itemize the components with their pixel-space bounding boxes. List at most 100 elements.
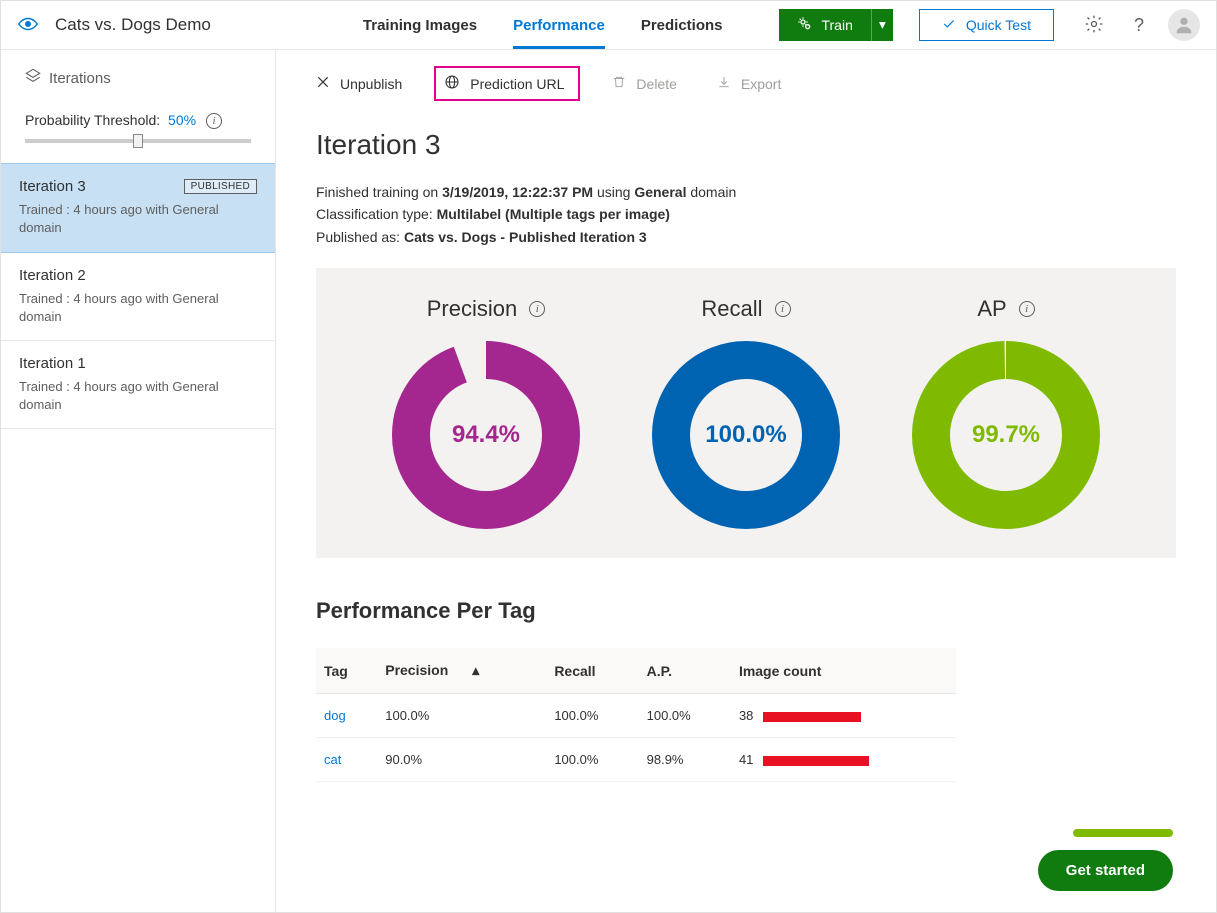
- meta-text: domain: [686, 184, 736, 200]
- count-value: 41: [739, 752, 753, 767]
- iteration-title: Iteration 1: [19, 355, 86, 372]
- sidebar-item-iteration-2[interactable]: Iteration 2 Trained : 4 hours ago with G…: [1, 253, 275, 341]
- train-button[interactable]: Train: [779, 9, 870, 41]
- tab-training-images[interactable]: Training Images: [363, 1, 477, 49]
- prediction-url-button[interactable]: Prediction URL: [434, 66, 580, 101]
- project-title: Cats vs. Dogs Demo: [55, 15, 211, 35]
- metric-label: AP: [977, 296, 1006, 322]
- close-icon: [316, 75, 330, 92]
- check-icon: [942, 17, 956, 34]
- threshold-label: Probability Threshold:: [25, 112, 160, 128]
- donut-recall: 100.0%: [651, 340, 841, 530]
- export-label: Export: [741, 76, 781, 92]
- tab-performance[interactable]: Performance: [513, 1, 605, 49]
- logo-eye-icon: [17, 13, 39, 38]
- settings-gear-icon[interactable]: [1084, 14, 1104, 37]
- sidebar-header: Iterations: [1, 50, 275, 106]
- threshold-slider[interactable]: [25, 139, 251, 143]
- performance-table: Tag Precision ▴ Recall A.P. Image count d…: [316, 648, 956, 782]
- th-recall[interactable]: Recall: [546, 648, 638, 694]
- threshold-value: 50%: [168, 112, 196, 128]
- metric-label: Recall: [701, 296, 762, 322]
- donut-precision: 94.4%: [391, 340, 581, 530]
- th-tag[interactable]: Tag: [316, 648, 377, 694]
- caret-down-icon: ▾: [879, 17, 886, 33]
- export-button: Export: [709, 66, 789, 101]
- sidebar: Iterations Probability Threshold: 50% i …: [1, 50, 276, 912]
- count-bar: [763, 712, 861, 722]
- meta-text: Finished training on: [316, 184, 442, 200]
- metrics-panel: Precisioni 94.4% Recalli 100.0% APi 99.7…: [316, 268, 1176, 558]
- iteration-title: Iteration 3: [19, 178, 86, 195]
- iteration-subtitle: Trained : 4 hours ago with General domai…: [19, 378, 257, 414]
- unpublish-label: Unpublish: [340, 76, 402, 92]
- performance-per-tag-heading: Performance Per Tag: [316, 598, 1216, 624]
- table-row: dog 100.0% 100.0% 100.0% 38: [316, 694, 956, 738]
- meta-published-name: Cats vs. Dogs - Published Iteration 3: [404, 229, 647, 245]
- donut-value: 100.0%: [651, 340, 841, 530]
- cell-precision: 100.0%: [377, 694, 546, 738]
- info-icon[interactable]: i: [206, 113, 222, 129]
- count-value: 38: [739, 708, 753, 723]
- quick-test-label: Quick Test: [966, 17, 1031, 33]
- metric-recall: Recalli 100.0%: [651, 296, 841, 530]
- get-started-button[interactable]: Get started: [1038, 850, 1173, 891]
- meta-text: Published as:: [316, 229, 404, 245]
- gear-wheels-icon: [797, 16, 813, 35]
- donut-ap: 99.7%: [911, 340, 1101, 530]
- tag-link[interactable]: dog: [316, 694, 377, 738]
- th-precision-label: Precision: [385, 662, 448, 678]
- prediction-url-label: Prediction URL: [470, 76, 564, 92]
- trash-icon: [612, 75, 626, 92]
- user-avatar[interactable]: [1168, 9, 1200, 41]
- sidebar-item-iteration-1[interactable]: Iteration 1 Trained : 4 hours ago with G…: [1, 341, 275, 429]
- tag-link[interactable]: cat: [316, 738, 377, 782]
- cell-count: 38: [731, 694, 956, 738]
- iteration-subtitle: Trained : 4 hours ago with General domai…: [19, 201, 257, 237]
- meta-date: 3/19/2019, 12:22:37 PM: [442, 184, 593, 200]
- delete-label: Delete: [636, 76, 676, 92]
- table-row: cat 90.0% 100.0% 98.9% 41: [316, 738, 956, 782]
- th-image-count[interactable]: Image count: [731, 648, 956, 694]
- sidebar-item-iteration-3[interactable]: Iteration 3 PUBLISHED Trained : 4 hours …: [1, 163, 275, 252]
- meta-text: using: [593, 184, 634, 200]
- app-header: Cats vs. Dogs Demo Training Images Perfo…: [1, 1, 1216, 50]
- quick-test-button[interactable]: Quick Test: [919, 9, 1054, 41]
- cell-recall: 100.0%: [546, 694, 638, 738]
- sort-asc-icon: ▴: [472, 662, 479, 678]
- iterations-label: Iterations: [49, 70, 111, 87]
- iteration-title: Iteration 2: [19, 267, 86, 284]
- nav-tabs: Training Images Performance Predictions: [363, 1, 723, 49]
- cell-recall: 100.0%: [546, 738, 638, 782]
- info-icon[interactable]: i: [1019, 301, 1035, 317]
- th-ap[interactable]: A.P.: [639, 648, 731, 694]
- train-button-label: Train: [821, 17, 852, 33]
- download-icon: [717, 75, 731, 92]
- info-icon[interactable]: i: [775, 301, 791, 317]
- train-button-group: Train ▾: [779, 9, 892, 41]
- published-badge: PUBLISHED: [184, 179, 257, 194]
- iteration-meta: Finished training on 3/19/2019, 12:22:37…: [316, 181, 1216, 248]
- tab-predictions[interactable]: Predictions: [641, 1, 723, 49]
- layers-icon: [25, 68, 41, 88]
- main-content: Unpublish Prediction URL Delete Export I…: [276, 50, 1216, 912]
- help-handle[interactable]: [1073, 829, 1173, 837]
- unpublish-button[interactable]: Unpublish: [308, 66, 410, 101]
- meta-text: Classification type:: [316, 206, 437, 222]
- meta-classification: Multilabel (Multiple tags per image): [437, 206, 670, 222]
- metric-label: Precision: [427, 296, 517, 322]
- threshold-box: Probability Threshold: 50% i: [1, 106, 275, 163]
- help-icon[interactable]: ?: [1134, 15, 1144, 36]
- content-toolbar: Unpublish Prediction URL Delete Export: [276, 50, 1216, 111]
- cell-ap: 98.9%: [639, 738, 731, 782]
- meta-domain: General: [634, 184, 686, 200]
- donut-value: 94.4%: [391, 340, 581, 530]
- metric-ap: AP i 99.7%: [911, 296, 1101, 530]
- cell-precision: 90.0%: [377, 738, 546, 782]
- cell-ap: 100.0%: [639, 694, 731, 738]
- info-icon[interactable]: i: [529, 301, 545, 317]
- train-dropdown-button[interactable]: ▾: [871, 9, 893, 41]
- donut-value: 99.7%: [911, 340, 1101, 530]
- slider-thumb[interactable]: [133, 134, 143, 148]
- th-precision[interactable]: Precision ▴: [377, 648, 546, 694]
